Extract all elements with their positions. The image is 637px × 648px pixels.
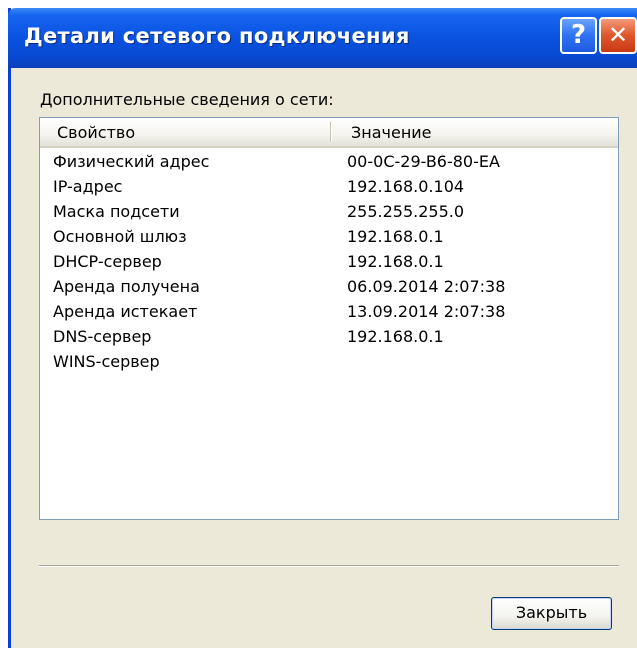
list-item[interactable]: IP-адрес 192.168.0.104 <box>40 175 618 200</box>
divider <box>39 565 619 567</box>
details-caption: Дополнительные сведения о сети: <box>40 90 334 109</box>
dialog-window: Детали сетевого подключения ? ✕ Дополнит… <box>8 8 637 648</box>
list-rows: Физический адрес 00-0C-29-B6-80-EA IP-ад… <box>40 150 618 375</box>
list-item[interactable]: WINS-сервер <box>40 350 618 375</box>
list-item[interactable]: Физический адрес 00-0C-29-B6-80-EA <box>40 150 618 175</box>
property-cell: Аренда истекает <box>53 302 198 321</box>
value-cell: 255.255.255.0 <box>347 202 465 221</box>
list-item[interactable]: Основной шлюз 192.168.0.1 <box>40 225 618 250</box>
close-icon: ✕ <box>607 21 629 49</box>
property-cell: WINS-сервер <box>53 352 160 371</box>
property-cell: Основной шлюз <box>53 227 187 246</box>
value-cell: 192.168.0.1 <box>347 227 444 246</box>
value-cell: 192.168.0.1 <box>347 327 444 346</box>
property-cell: Аренда получена <box>53 277 200 296</box>
close-button[interactable]: Закрыть <box>491 597 612 630</box>
help-button[interactable]: ? <box>560 17 597 54</box>
column-resize-handle[interactable] <box>330 122 332 142</box>
property-cell: IP-адрес <box>53 177 123 196</box>
title-bar[interactable]: Детали сетевого подключения ? ✕ <box>8 8 637 68</box>
value-cell: 00-0C-29-B6-80-EA <box>347 152 500 171</box>
list-item[interactable]: DNS-сервер 192.168.0.1 <box>40 325 618 350</box>
details-list[interactable]: Свойство Значение Физический адрес 00-0C… <box>39 117 619 520</box>
window-title: Детали сетевого подключения <box>24 24 410 48</box>
help-icon: ? <box>570 20 587 50</box>
property-cell: DHCP-сервер <box>53 252 162 271</box>
property-cell: Маска подсети <box>53 202 180 221</box>
value-cell: 192.168.0.1 <box>347 252 444 271</box>
list-item[interactable]: Аренда получена 06.09.2014 2:07:38 <box>40 275 618 300</box>
close-window-button[interactable]: ✕ <box>599 17 637 54</box>
column-header-property[interactable]: Свойство <box>57 123 135 142</box>
property-cell: DNS-сервер <box>53 327 152 346</box>
value-cell: 13.09.2014 2:07:38 <box>347 302 506 321</box>
value-cell: 06.09.2014 2:07:38 <box>347 277 506 296</box>
list-header: Свойство Значение <box>40 118 618 148</box>
list-item[interactable]: Маска подсети 255.255.255.0 <box>40 200 618 225</box>
value-cell: 192.168.0.104 <box>347 177 465 196</box>
column-header-value[interactable]: Значение <box>351 123 432 142</box>
list-item[interactable]: Аренда истекает 13.09.2014 2:07:38 <box>40 300 618 325</box>
list-item[interactable]: DHCP-сервер 192.168.0.1 <box>40 250 618 275</box>
property-cell: Физический адрес <box>53 152 210 171</box>
